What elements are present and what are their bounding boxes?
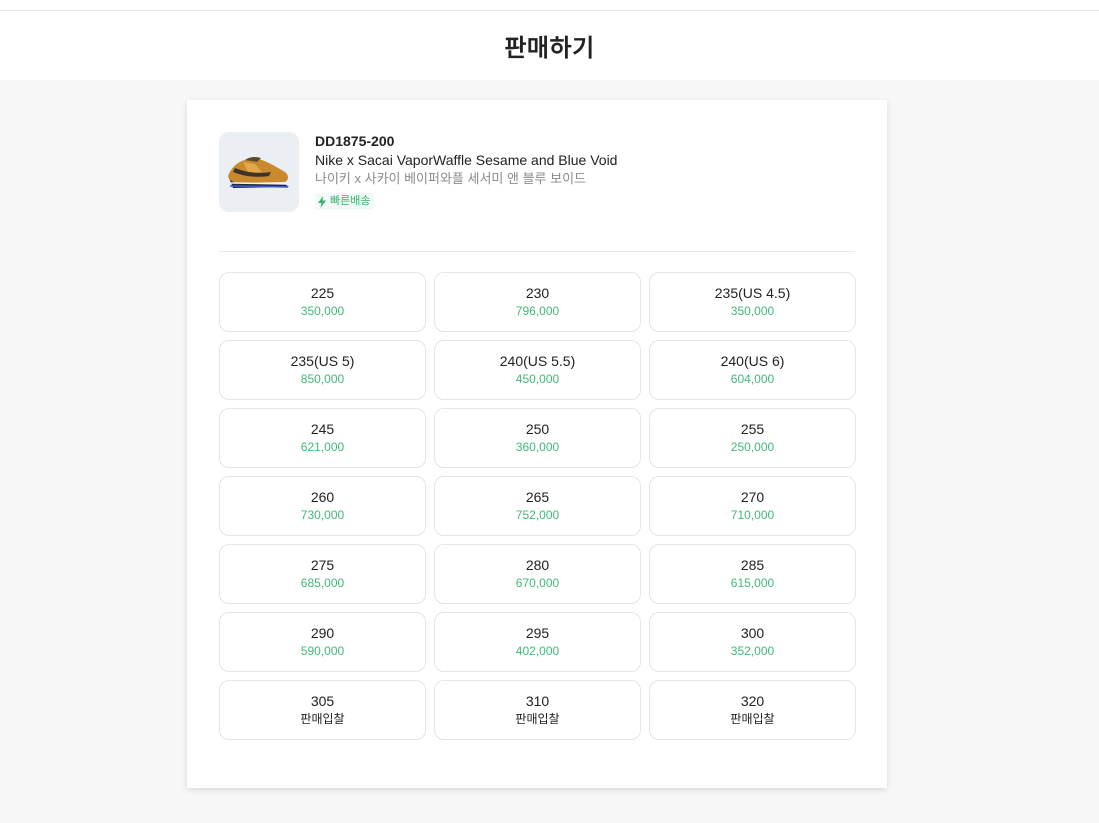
size-label: 285 — [740, 557, 765, 573]
top-border — [0, 0, 1099, 11]
size-option-button[interactable]: 270 710,000 — [649, 476, 856, 536]
size-option-button[interactable]: 230 796,000 — [434, 272, 641, 332]
size-price: 350,000 — [730, 304, 775, 318]
size-label: 295 — [525, 625, 550, 641]
size-option-button[interactable]: 265 752,000 — [434, 476, 641, 536]
size-label: 260 — [310, 489, 335, 505]
size-price: 850,000 — [300, 372, 345, 386]
page-title: 판매하기 — [504, 35, 595, 62]
size-price: 752,000 — [515, 508, 560, 522]
sell-bid-label: 판매입찰 — [515, 712, 560, 726]
size-label: 250 — [525, 421, 550, 437]
size-label: 265 — [525, 489, 550, 505]
size-label: 280 — [525, 557, 550, 573]
size-label: 240(US 5.5) — [499, 353, 576, 369]
size-option-button[interactable]: 260 730,000 — [219, 476, 426, 536]
size-label: 235(US 4.5) — [714, 285, 791, 301]
size-option-button[interactable]: 250 360,000 — [434, 408, 641, 468]
size-price: 621,000 — [300, 440, 345, 454]
size-option-button[interactable]: 300 352,000 — [649, 612, 856, 672]
size-price: 350,000 — [300, 304, 345, 318]
size-label: 275 — [310, 557, 335, 573]
size-price: 402,000 — [515, 644, 560, 658]
size-label: 270 — [740, 489, 765, 505]
size-label: 230 — [525, 285, 550, 301]
size-option-button[interactable]: 255 250,000 — [649, 408, 856, 468]
size-option-button[interactable]: 285 615,000 — [649, 544, 856, 604]
size-price: 685,000 — [300, 576, 345, 590]
size-grid: 225 350,000 230 796,000 235(US 4.5) 350,000 23… — [219, 272, 856, 740]
size-label: 245 — [310, 421, 335, 437]
model-number: DD1875-200 — [315, 133, 395, 149]
size-option-button[interactable]: 290 590,000 — [219, 612, 426, 672]
size-option-button[interactable]: 310 판매입찰 — [434, 680, 641, 740]
size-label: 320 — [740, 693, 765, 709]
express-shipping-badge: 빠른배송 — [315, 193, 375, 210]
size-price: 250,000 — [730, 440, 775, 454]
size-option-button[interactable]: 295 402,000 — [434, 612, 641, 672]
lightning-icon — [318, 195, 326, 208]
badge-label: 빠른배송 — [330, 195, 371, 207]
size-option-button[interactable]: 320 판매입찰 — [649, 680, 856, 740]
size-price: 615,000 — [730, 576, 775, 590]
product-image — [219, 132, 299, 212]
size-option-button[interactable]: 240(US 6) 604,000 — [649, 340, 856, 400]
size-label: 240(US 6) — [720, 353, 785, 369]
product-name-ko: 나이키 x 사카이 베이퍼와플 세서미 앤 블루 보이드 — [315, 171, 586, 186]
size-price: 730,000 — [300, 508, 345, 522]
size-price: 604,000 — [730, 372, 775, 386]
size-option-button[interactable]: 280 670,000 — [434, 544, 641, 604]
size-option-button[interactable]: 235(US 5) 850,000 — [219, 340, 426, 400]
size-price: 360,000 — [515, 440, 560, 454]
size-price: 590,000 — [300, 644, 345, 658]
divider — [219, 251, 855, 252]
size-price: 670,000 — [515, 576, 560, 590]
sell-bid-label: 판매입찰 — [300, 712, 345, 726]
size-price: 352,000 — [730, 644, 775, 658]
product-name-en: Nike x Sacai VaporWaffle Sesame and Blue… — [315, 152, 618, 168]
product-info: DD1875-200 Nike x Sacai VaporWaffle Sesa… — [315, 132, 617, 212]
size-option-button[interactable]: 235(US 4.5) 350,000 — [649, 272, 856, 332]
size-price: 796,000 — [515, 304, 560, 318]
sneaker-image — [228, 156, 289, 188]
size-price: 710,000 — [730, 508, 775, 522]
size-label: 225 — [310, 285, 335, 301]
size-label: 290 — [310, 625, 335, 641]
size-option-button[interactable]: 225 350,000 — [219, 272, 426, 332]
size-label: 305 — [310, 693, 335, 709]
size-option-button[interactable]: 275 685,000 — [219, 544, 426, 604]
product-summary: DD1875-200 Nike x Sacai VaporWaffle Sesa… — [219, 132, 855, 212]
size-label: 235(US 5) — [290, 353, 355, 369]
size-price: 450,000 — [515, 372, 560, 386]
size-option-button[interactable]: 245 621,000 — [219, 408, 426, 468]
sell-card: DD1875-200 Nike x Sacai VaporWaffle Sesa… — [187, 100, 887, 788]
page-header: 판매하기 — [0, 11, 1099, 80]
size-option-button[interactable]: 305 판매입찰 — [219, 680, 426, 740]
size-option-button[interactable]: 240(US 5.5) 450,000 — [434, 340, 641, 400]
size-label: 310 — [525, 693, 550, 709]
sell-bid-label: 판매입찰 — [730, 712, 775, 726]
size-label: 300 — [740, 625, 765, 641]
size-label: 255 — [740, 421, 765, 437]
